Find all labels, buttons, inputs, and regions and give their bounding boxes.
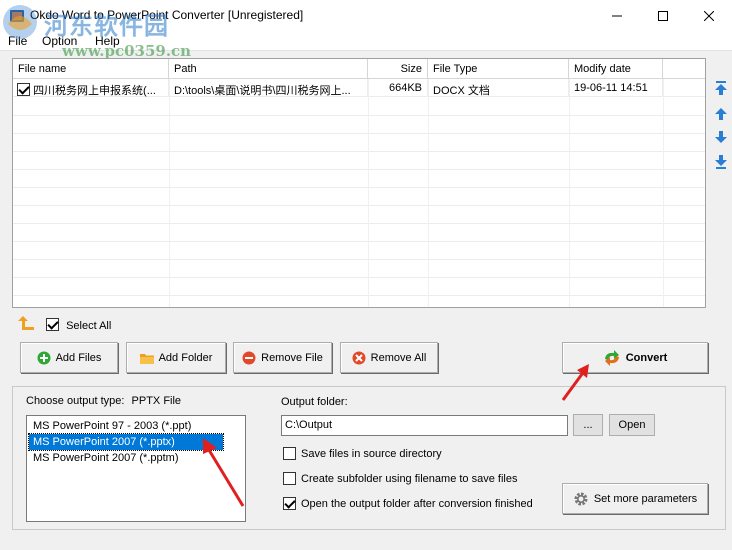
set-more-parameters-label: Set more parameters xyxy=(593,492,698,505)
maximize-icon xyxy=(658,10,668,21)
open-folder-button[interactable]: Open xyxy=(609,414,655,436)
output-type-option-ppt[interactable]: MS PowerPoint 97 - 2003 (*.ppt) xyxy=(29,418,223,434)
convert-button[interactable]: Convert xyxy=(562,342,708,373)
add-files-label: Add Files xyxy=(55,351,102,364)
file-name-text: 四川税务网上申报系统(... xyxy=(33,85,156,97)
menu-file[interactable]: File xyxy=(8,34,27,48)
minimize-button[interactable] xyxy=(594,0,640,31)
grid-line xyxy=(13,277,705,278)
convert-label: Convert xyxy=(625,351,668,364)
output-folder-label: Output folder: xyxy=(281,396,348,408)
cell-file-name: 四川税务网上申报系统(... xyxy=(13,79,169,97)
grid-line xyxy=(13,187,705,188)
option-save-in-source[interactable]: Save files in source directory xyxy=(283,447,442,460)
add-folder-button[interactable]: Add Folder xyxy=(126,342,226,373)
grid-line xyxy=(13,241,705,242)
create-subfolder-checkbox[interactable] xyxy=(283,472,296,485)
create-subfolder-label: Create subfolder using filename to save … xyxy=(301,472,518,485)
file-list[interactable]: File name Path Size File Type Modify dat… xyxy=(12,58,706,308)
column-header-size[interactable]: Size xyxy=(368,59,428,79)
move-to-top-icon[interactable] xyxy=(713,80,729,96)
column-header-path[interactable]: Path xyxy=(169,59,368,79)
file-list-header: File name Path Size File Type Modify dat… xyxy=(13,59,705,79)
column-line xyxy=(663,79,664,307)
select-all-label: Select All xyxy=(66,320,112,332)
output-type-option-pptx[interactable]: MS PowerPoint 2007 (*.pptx) xyxy=(28,433,224,451)
column-line xyxy=(569,79,570,307)
close-icon xyxy=(704,10,714,21)
grid-line xyxy=(13,295,705,296)
minus-icon xyxy=(242,351,256,364)
grid-line xyxy=(13,151,705,152)
column-header-modify-date[interactable]: Modify date xyxy=(569,59,663,79)
menu-bar: File Option Help xyxy=(0,31,732,51)
table-row[interactable]: 四川税务网上申报系统(... D:\tools\桌面\说明书\四川税务网上...… xyxy=(13,79,705,97)
remove-file-label: Remove File xyxy=(261,351,323,364)
open-after-label: Open the output folder after conversion … xyxy=(301,497,533,510)
cell-size: 664KB xyxy=(368,79,428,97)
cell-modify-date: 19-06-11 14:51 xyxy=(569,79,663,97)
output-type-option-pptm[interactable]: MS PowerPoint 2007 (*.pptm) xyxy=(29,450,223,466)
add-files-button[interactable]: Add Files xyxy=(20,342,118,373)
grid-line xyxy=(13,133,705,134)
grid-line xyxy=(13,223,705,224)
output-type-list[interactable]: MS PowerPoint 97 - 2003 (*.ppt) MS Power… xyxy=(26,415,246,522)
column-header-file-name[interactable]: File name xyxy=(13,59,169,79)
cell-file-type: DOCX 文档 xyxy=(428,79,569,97)
move-up-icon[interactable] xyxy=(713,106,729,122)
grid-line xyxy=(13,169,705,170)
gear-icon xyxy=(574,492,588,505)
move-to-bottom-icon[interactable] xyxy=(713,154,729,170)
cell-path: D:\tools\桌面\说明书\四川税务网上... xyxy=(169,79,368,97)
remove-all-label: Remove All xyxy=(370,351,427,364)
output-type-value: PPTX File xyxy=(131,395,182,407)
move-down-icon[interactable] xyxy=(713,129,729,145)
row-checkbox[interactable] xyxy=(17,83,30,96)
grid-line xyxy=(13,115,705,116)
option-open-after[interactable]: Open the output folder after conversion … xyxy=(283,497,533,510)
title-bar: Okdo Word to PowerPoint Converter [Unreg… xyxy=(0,0,732,31)
output-type-caption: Choose output type: xyxy=(26,395,125,407)
menu-option[interactable]: Option xyxy=(42,34,77,48)
column-line xyxy=(169,79,170,307)
column-header-spacer xyxy=(663,59,705,79)
save-in-source-label: Save files in source directory xyxy=(301,447,442,460)
remove-all-button[interactable]: Remove All xyxy=(340,342,438,373)
folder-icon xyxy=(139,353,154,364)
column-line xyxy=(368,79,369,307)
select-all[interactable]: Select All xyxy=(46,318,111,332)
minimize-icon xyxy=(612,15,622,16)
grid-line xyxy=(13,259,705,260)
remove-all-icon xyxy=(352,351,366,364)
app-icon xyxy=(10,10,24,22)
add-folder-label: Add Folder xyxy=(158,351,213,364)
set-more-parameters-button[interactable]: Set more parameters xyxy=(562,483,708,514)
plus-icon xyxy=(37,351,51,364)
option-create-subfolder[interactable]: Create subfolder using filename to save … xyxy=(283,472,517,485)
up-level-icon[interactable] xyxy=(18,315,36,331)
convert-icon xyxy=(604,349,619,366)
grid-line xyxy=(13,205,705,206)
remove-file-button[interactable]: Remove File xyxy=(233,342,332,373)
window-title: Okdo Word to PowerPoint Converter [Unreg… xyxy=(30,8,304,22)
output-type-label: Choose output type: PPTX File xyxy=(26,395,181,407)
select-all-checkbox[interactable] xyxy=(46,318,59,331)
save-in-source-checkbox[interactable] xyxy=(283,447,296,460)
browse-button[interactable]: ... xyxy=(573,414,603,436)
output-folder-input[interactable]: C:\Output xyxy=(281,415,568,436)
open-after-checkbox[interactable] xyxy=(283,497,296,510)
column-line xyxy=(428,79,429,307)
close-button[interactable] xyxy=(686,0,732,31)
maximize-button[interactable] xyxy=(640,0,686,31)
column-header-file-type[interactable]: File Type xyxy=(428,59,569,79)
menu-help[interactable]: Help xyxy=(95,34,120,48)
